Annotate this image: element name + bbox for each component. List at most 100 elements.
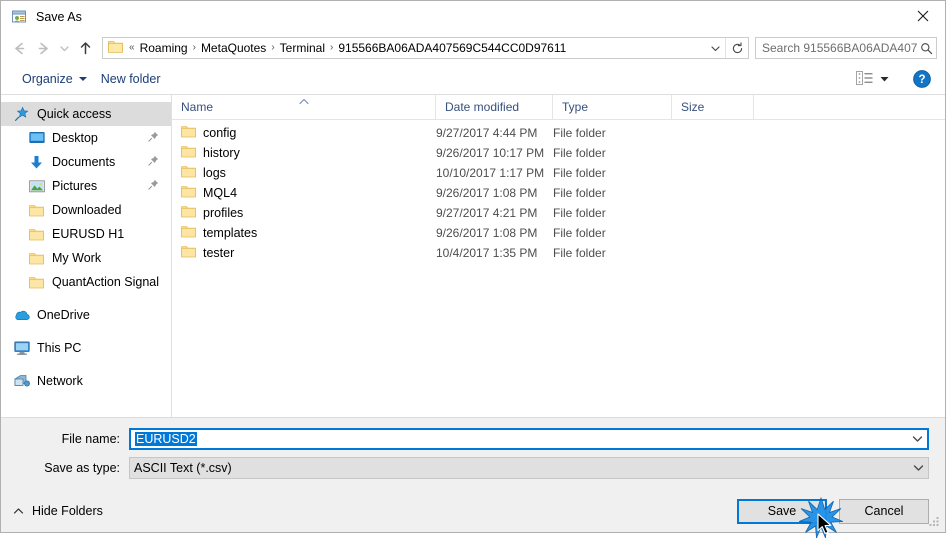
pin-icon[interactable]: [148, 179, 159, 193]
sidebar-item-pictures[interactable]: Pictures: [1, 174, 171, 198]
sidebar-item-this-pc[interactable]: This PC: [1, 336, 171, 360]
sidebar-item-label: Documents: [52, 155, 116, 169]
column-header-type[interactable]: Type: [553, 95, 672, 119]
file-name-cell[interactable]: tester: [172, 245, 436, 261]
sidebar-item-quick-access[interactable]: Quick access: [1, 102, 171, 126]
file-name-value[interactable]: EURUSD2: [131, 432, 907, 446]
close-icon[interactable]: [900, 1, 945, 31]
column-header-filler: [754, 95, 945, 119]
file-date-cell: 9/27/2017 4:44 PM: [436, 126, 538, 140]
chevron-down-icon[interactable]: [705, 38, 725, 58]
file-date-cell: 9/26/2017 10:17 PM: [436, 146, 545, 160]
sidebar-item-eurusd-h1[interactable]: EURUSD H1: [1, 222, 171, 246]
column-header-name[interactable]: Name: [172, 95, 436, 119]
file-name-cell[interactable]: MQL4: [172, 185, 436, 201]
file-name-cell[interactable]: history: [172, 145, 436, 161]
save-as-type-select[interactable]: ASCII Text (*.csv): [129, 457, 929, 479]
file-rows[interactable]: config 9/27/2017 4:44 PM File folder his…: [172, 120, 945, 417]
forward-arrow-icon[interactable]: [31, 36, 55, 60]
breadcrumb-separator-icon: ›: [330, 42, 334, 53]
table-row[interactable]: config 9/27/2017 4:44 PM File folder: [172, 123, 945, 143]
chevron-down-icon[interactable]: [907, 435, 927, 443]
folder-icon: [28, 250, 45, 266]
cancel-button-label: Cancel: [864, 504, 904, 518]
title-bar: Save As: [1, 1, 945, 32]
search-box[interactable]: Search 915566BA06ADA40756...: [755, 37, 937, 59]
help-icon[interactable]: ?: [913, 70, 931, 88]
table-row[interactable]: logs 10/10/2017 1:17 PM File folder: [172, 163, 945, 183]
column-header-size[interactable]: Size: [672, 95, 754, 119]
new-folder-button[interactable]: New folder: [94, 69, 168, 89]
sidebar-item-documents[interactable]: Documents: [1, 150, 171, 174]
sidebar-item-onedrive[interactable]: OneDrive: [1, 303, 171, 327]
sidebar-item-desktop[interactable]: Desktop: [1, 126, 171, 150]
breadcrumb: « Roaming › MetaQuotes › Terminal › 9155…: [127, 41, 705, 55]
file-name-cell[interactable]: logs: [172, 165, 436, 181]
cancel-button[interactable]: Cancel: [839, 498, 929, 524]
refresh-icon[interactable]: [725, 38, 748, 58]
save-button-label: Save: [767, 504, 797, 518]
navigation-sidebar[interactable]: Quick access Desktop Documents Pictures …: [1, 95, 172, 417]
file-date-cell: 10/4/2017 1:35 PM: [436, 246, 538, 260]
breadcrumb-item-terminal[interactable]: Terminal: [277, 41, 328, 55]
sidebar-item-network[interactable]: Network: [1, 369, 171, 393]
table-row[interactable]: history 9/26/2017 10:17 PM File folder: [172, 143, 945, 163]
svg-text:?: ?: [918, 74, 925, 86]
file-name-label: templates: [203, 226, 258, 240]
chevron-down-icon: [78, 77, 87, 81]
folder-icon: [181, 185, 196, 201]
file-name-cell[interactable]: config: [172, 125, 436, 141]
breadcrumb-overflow-icon[interactable]: «: [127, 43, 137, 53]
chevron-down-icon[interactable]: [908, 464, 928, 472]
table-row[interactable]: tester 10/4/2017 1:35 PM File folder: [172, 243, 945, 263]
save-form: File name: EURUSD2 Save as type: ASCII T…: [1, 417, 945, 490]
file-name-cell[interactable]: templates: [172, 225, 436, 241]
sidebar-item-my-work[interactable]: My Work: [1, 246, 171, 270]
file-type-cell: File folder: [553, 206, 606, 220]
search-icon[interactable]: [917, 42, 936, 55]
sidebar-item-label: My Work: [52, 251, 102, 265]
breadcrumb-item-guid[interactable]: 915566BA06ADA407569C544CC0D97611: [335, 41, 569, 55]
file-name-cell[interactable]: profiles: [172, 205, 436, 221]
sidebar-item-downloaded[interactable]: Downloaded: [1, 198, 171, 222]
breadcrumb-item-roaming[interactable]: Roaming: [137, 41, 191, 55]
file-list-pane[interactable]: Name Date modified Type Size config 9/27…: [172, 95, 945, 417]
search-input[interactable]: Search 915566BA06ADA40756...: [756, 41, 917, 55]
file-date-cell: 9/27/2017 4:21 PM: [436, 206, 538, 220]
folder-icon: [108, 40, 123, 56]
file-date-cell: 9/26/2017 1:08 PM: [436, 226, 538, 240]
table-row[interactable]: profiles 9/27/2017 4:21 PM File folder: [172, 203, 945, 223]
pin-icon[interactable]: [148, 155, 159, 169]
view-options-button[interactable]: [852, 68, 893, 91]
navigation-bar: « Roaming › MetaQuotes › Terminal › 9155…: [1, 32, 945, 64]
address-bar[interactable]: « Roaming › MetaQuotes › Terminal › 9155…: [102, 37, 749, 59]
back-arrow-icon[interactable]: [7, 36, 31, 60]
resize-grip-icon[interactable]: [928, 516, 940, 528]
breadcrumb-item-metaquotes[interactable]: MetaQuotes: [198, 41, 269, 55]
chevron-up-icon: [13, 504, 24, 518]
folder-icon: [181, 125, 196, 141]
table-row[interactable]: MQL4 9/26/2017 1:08 PM File folder: [172, 183, 945, 203]
dialog-content: Quick access Desktop Documents Pictures …: [1, 95, 945, 417]
chevron-down-icon: [880, 72, 889, 86]
organize-button[interactable]: Organize: [15, 69, 94, 89]
sidebar-item-quantaction-signal[interactable]: QuantAction Signal: [1, 270, 171, 294]
file-type-cell: File folder: [553, 226, 606, 240]
recent-locations-chevron-icon[interactable]: [55, 36, 73, 60]
table-row[interactable]: templates 9/26/2017 1:08 PM File folder: [172, 223, 945, 243]
sidebar-item-label: OneDrive: [37, 308, 90, 322]
file-name-label: history: [203, 146, 240, 160]
folder-icon: [181, 165, 196, 181]
sidebar-item-label: Pictures: [52, 179, 98, 193]
file-name-input[interactable]: EURUSD2: [129, 428, 929, 450]
column-header-date-modified[interactable]: Date modified: [436, 95, 553, 119]
pin-icon[interactable]: [148, 131, 159, 145]
hide-folders-button[interactable]: Hide Folders: [13, 504, 103, 518]
save-button[interactable]: Save: [737, 498, 827, 524]
breadcrumb-separator-icon: ›: [271, 42, 275, 53]
desktop-icon: [28, 130, 45, 146]
file-name-label: File name:: [61, 432, 120, 446]
file-name-label: tester: [203, 246, 235, 260]
up-arrow-icon[interactable]: [73, 36, 97, 60]
